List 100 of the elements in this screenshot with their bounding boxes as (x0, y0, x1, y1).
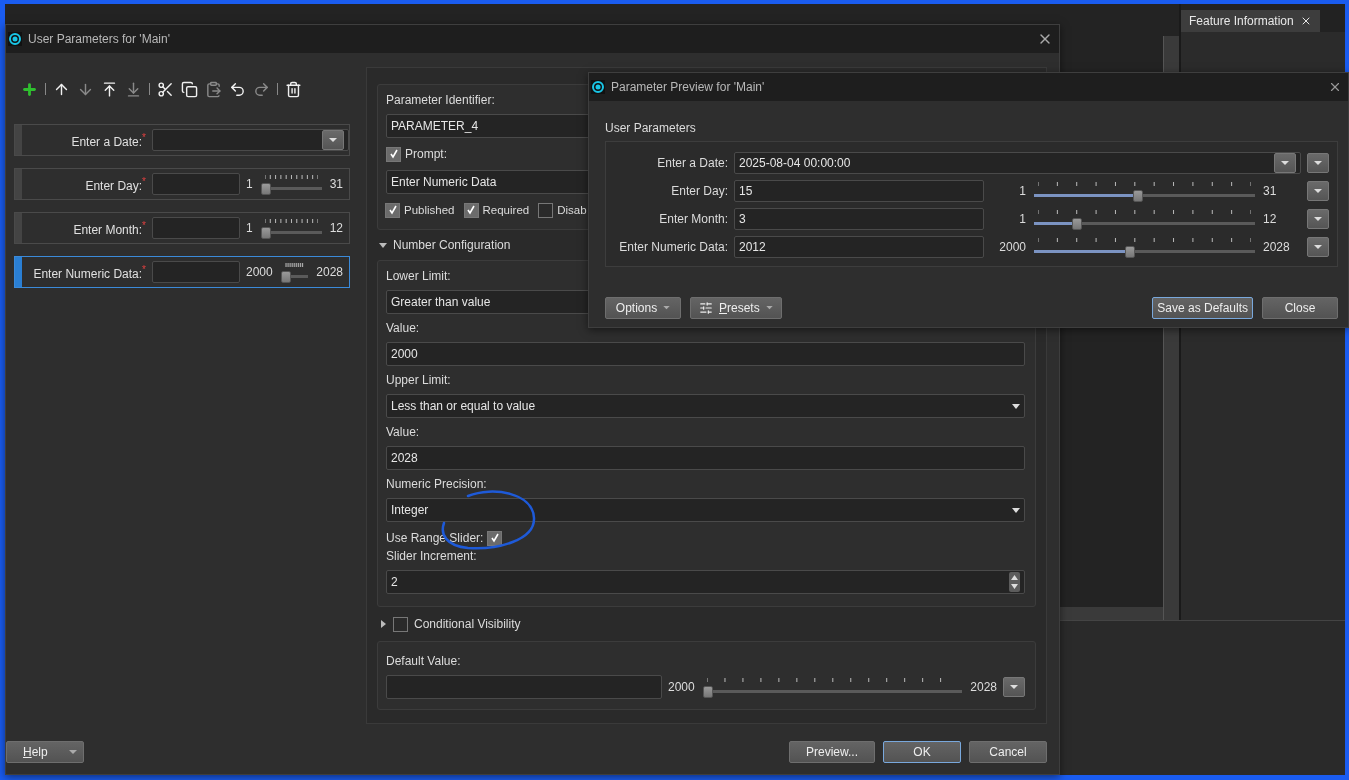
caret-icon (1314, 188, 1322, 194)
number-field[interactable]: 2012 (734, 236, 984, 258)
number-field[interactable]: 15 (734, 180, 984, 202)
options-button[interactable]: Options (605, 297, 681, 319)
field-label: Numeric Precision: (386, 477, 488, 491)
min-label: 1 (245, 221, 254, 235)
undo-icon[interactable] (229, 80, 246, 98)
default-value-field[interactable] (386, 675, 662, 699)
caret-icon (329, 137, 337, 143)
slider-thumb[interactable] (1132, 190, 1143, 202)
checkbox-label: Published (404, 204, 455, 216)
window-title: Parameter Preview for 'Main' (611, 80, 766, 94)
parameter-label: Enter Month: (658, 212, 728, 226)
value-field[interactable]: 2000 (386, 342, 1025, 366)
slider-thumb[interactable] (1072, 218, 1083, 230)
min-label: 1 (1018, 184, 1026, 198)
checkbox[interactable] (386, 146, 401, 162)
max-label: 12 (1263, 212, 1278, 226)
help-button[interactable]: Help (6, 741, 84, 763)
parameter-label: Enter Day:$^{*}$ (84, 175, 147, 193)
dialog-button[interactable]: Cancel (969, 741, 1047, 763)
menu-button[interactable] (1307, 209, 1329, 229)
checkbox[interactable] (385, 202, 400, 218)
field-label: Default Value: (386, 654, 462, 668)
parameter-row[interactable]: Enter a Date:$^{*}$ (14, 124, 350, 156)
parameter-label: Enter Numeric Data:$^{*}$ (32, 263, 147, 281)
checkbox[interactable] (463, 202, 479, 218)
collapse-icon[interactable] (379, 241, 387, 249)
slider-fill (1034, 222, 1075, 225)
max-label: 31 (1263, 184, 1278, 198)
caret-icon (1314, 216, 1322, 222)
dropdown-button[interactable] (1274, 153, 1296, 173)
menu-button[interactable] (1307, 237, 1329, 257)
date-field[interactable] (152, 129, 349, 151)
field-label: Upper Limit: (386, 373, 452, 387)
date-field[interactable]: 2025-08-04 00:00:00 (734, 152, 1301, 174)
field-label: Lower Limit: (386, 269, 452, 283)
dialog-button[interactable]: Preview... (788, 741, 875, 763)
group-title: User Parameters (605, 121, 697, 135)
caret-icon (1314, 244, 1322, 250)
presets-button[interactable]: Presets (690, 297, 782, 319)
tick-marks (264, 175, 318, 181)
checkbox-label: Required (482, 204, 530, 216)
menu-button[interactable] (1003, 677, 1025, 697)
delete-icon[interactable] (285, 80, 302, 98)
slider-thumb[interactable] (702, 686, 713, 698)
max-label: 12 (328, 221, 344, 235)
max-label: 31 (328, 177, 344, 191)
dialog-button[interactable]: OK (883, 741, 961, 763)
checkbox[interactable] (393, 616, 408, 632)
checkbox[interactable] (487, 530, 503, 546)
move-top-icon[interactable] (101, 80, 118, 98)
checkbox-label: Use Range Slider: (386, 531, 484, 545)
window-title: User Parameters for 'Main' (28, 32, 171, 46)
min-label: 1 (245, 177, 254, 191)
value-field[interactable]: 2028 (386, 446, 1025, 470)
parameter-row[interactable]: Enter Month:$^{*}$ 1 12 (14, 212, 350, 244)
spin-field[interactable]: 2 (386, 570, 1025, 594)
min-label: 2000 (998, 240, 1026, 254)
slider-thumb[interactable] (1124, 246, 1135, 258)
caret-icon (1010, 684, 1018, 690)
close-icon[interactable] (1328, 80, 1342, 94)
checkbox-label: Disab (557, 204, 587, 216)
spin-icon[interactable] (1009, 572, 1020, 592)
number-field[interactable] (152, 173, 240, 195)
number-field[interactable] (152, 261, 240, 283)
copy-icon[interactable] (181, 80, 198, 98)
dialog-button[interactable]: Save as Defaults (1152, 297, 1253, 319)
add-icon[interactable] (21, 80, 38, 98)
field-label: Value: (386, 425, 421, 439)
slider-thumb[interactable] (260, 227, 271, 239)
app-icon (591, 80, 605, 94)
dropdown[interactable]: Less than or equal to value (386, 394, 1025, 418)
min-label: 2000 (245, 265, 274, 279)
max-label: 2028 (315, 265, 344, 279)
menu-button[interactable] (1307, 153, 1329, 173)
caret-icon (663, 306, 671, 310)
menu-button[interactable] (1307, 181, 1329, 201)
caret-icon (1314, 160, 1322, 166)
caret-icon (1281, 160, 1289, 166)
cut-icon[interactable] (157, 80, 174, 98)
parameter-label: Enter a Date: (656, 156, 728, 170)
dropdown-button[interactable] (322, 130, 344, 150)
panel-tab[interactable]: Feature Information (1181, 10, 1320, 32)
section-title: Number Configuration (393, 238, 511, 252)
sliders-icon (699, 301, 713, 315)
dropdown[interactable]: Integer (386, 498, 1025, 522)
section-title: Conditional Visibility (414, 617, 521, 631)
caret-icon (1012, 402, 1020, 410)
min-label: 2000 (667, 680, 696, 694)
number-field[interactable] (152, 217, 240, 239)
number-field[interactable]: 3 (734, 208, 984, 230)
dialog-button[interactable]: Close (1262, 297, 1338, 319)
slider-thumb[interactable] (260, 183, 271, 195)
tick-marks (284, 263, 305, 269)
parameter-row[interactable]: Enter Numeric Data:$^{*}$ 2000 2028 (14, 256, 350, 288)
checkbox[interactable] (538, 202, 554, 218)
parameter-row[interactable]: Enter Day:$^{*}$ 1 31 (14, 168, 350, 200)
min-label: 1 (1018, 212, 1026, 226)
slider-thumb[interactable] (280, 271, 291, 283)
